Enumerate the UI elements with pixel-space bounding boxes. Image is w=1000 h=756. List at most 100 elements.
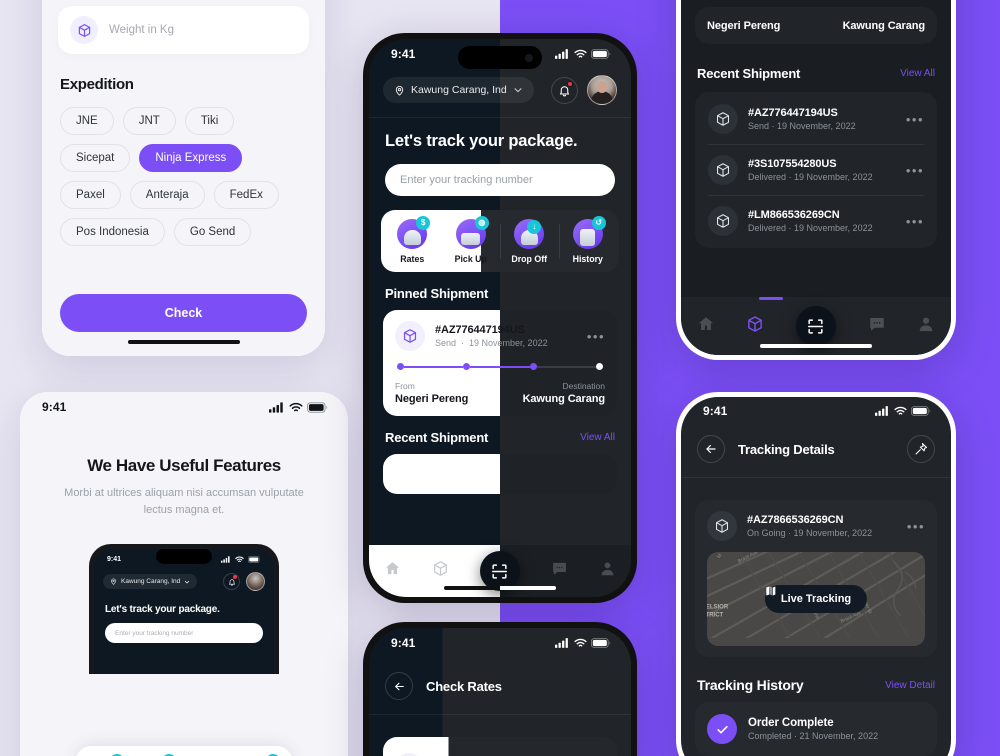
more-options-icon[interactable]: ••• [906, 113, 924, 126]
quick-action-pickup[interactable]: ◍ Pick Up [441, 216, 501, 264]
shipment-date: 19 November, 2022 [794, 172, 873, 182]
phone-mockup: 9:41 Kawung Carang, Ind Let's track your… [89, 544, 279, 674]
more-options-icon[interactable]: ••• [906, 215, 924, 228]
pinned-shipment-card[interactable]: #AZ776447194US Send · 19 November, 2022 … [383, 310, 617, 416]
pinned-shipment-card-partial[interactable]: Negeri Pereng Kawung Carang [695, 7, 937, 44]
route-row: Negeri Pereng Kawung Carang [707, 18, 925, 32]
nav-home-icon[interactable] [384, 560, 401, 582]
tracking-shipment-card[interactable]: #AZ7866536269CN On Going · 19 November, … [695, 500, 937, 657]
recent-title: Recent Shipment [385, 430, 489, 445]
weight-field[interactable]: Weight in Kg [58, 6, 309, 54]
expedition-chip-pos-indonesia[interactable]: Pos Indonesia [60, 218, 165, 246]
expedition-chip-tiki[interactable]: Tiki [184, 107, 235, 135]
notification-bell-icon[interactable] [551, 76, 578, 104]
more-options-icon[interactable]: ••• [906, 164, 924, 177]
shipment-id: #AZ776447194US [435, 324, 525, 336]
mockup-search-input[interactable]: Enter your tracking number [105, 623, 263, 643]
history-date: 21 November, 2022 [799, 731, 879, 741]
back-button[interactable] [697, 435, 725, 463]
tracking-search-input[interactable]: Enter your tracking number [385, 164, 615, 196]
progress-segment [470, 365, 530, 368]
pin-button[interactable] [907, 435, 935, 463]
nav-chat-icon[interactable] [551, 560, 568, 582]
arrow-left-icon [394, 682, 404, 690]
status-icons [875, 406, 931, 416]
nav-profile-icon[interactable] [599, 560, 616, 582]
list-item-meta: #LM866536269CN Delivered · 19 November, … [748, 209, 896, 233]
list-item[interactable]: #LM866536269CN Delivered · 19 November, … [708, 195, 924, 246]
expedition-chip-fedex[interactable]: FedEx [213, 181, 279, 209]
nav-chat-icon[interactable] [868, 315, 886, 338]
expedition-chip-ninja-express[interactable]: Ninja Express [139, 144, 243, 172]
nav-profile-icon[interactable] [917, 315, 935, 338]
pinned-card-header: #AZ776447194US Send · 19 November, 2022 … [395, 321, 605, 351]
check-rates-panel-frame: Weight in Kg Expedition JNE JNT Tiki Sic… [42, 0, 325, 356]
history-meta: Order Complete Completed · 21 November, … [748, 717, 925, 741]
avatar[interactable] [587, 75, 617, 105]
check-rates-phone-frame: 9:41 Check Rates [363, 622, 637, 756]
pickup-badge: ◍ [474, 216, 489, 230]
weight-field-card[interactable] [383, 737, 617, 756]
expedition-chip-paxel[interactable]: Paxel [60, 181, 121, 209]
recent-shipment-list: #AZ776447194US Send · 19 November, 2022 … [695, 92, 937, 248]
wifi-icon [574, 638, 587, 647]
list-item[interactable]: #AZ776447194US Send · 19 November, 2022 … [708, 94, 924, 144]
recent-section-header: Recent Shipment View All [369, 416, 631, 445]
expedition-chip-anteraja[interactable]: Anteraja [129, 181, 205, 209]
pin-icon [915, 442, 928, 455]
cellular-icon [221, 556, 230, 563]
expedition-chip-jne[interactable]: JNE [60, 107, 114, 135]
nav-scan-button[interactable] [479, 551, 520, 591]
location-selector[interactable]: Kawung Carang, Ind [383, 77, 534, 103]
shipment-date: 19 November, 2022 [469, 338, 548, 348]
shipment-meta: #AZ7866536269CN On Going · 19 November, … [747, 514, 897, 538]
expedition-chip-jnt[interactable]: JNT [122, 107, 176, 135]
progress-segment [404, 365, 464, 368]
cellular-icon [555, 49, 568, 59]
chevron-down-icon [185, 580, 190, 583]
view-detail-link[interactable]: View Detail [885, 680, 935, 691]
avatar[interactable] [246, 572, 265, 591]
home-indicator [127, 340, 240, 344]
from-label: From [395, 381, 415, 391]
quick-action-dropoff[interactable]: ↓ Drop Off [500, 219, 559, 264]
tracking-history-header: Tracking History View Detail [681, 657, 951, 693]
pickup-truck-icon: ◍ [455, 216, 489, 249]
quick-action-history[interactable]: ↺ History [558, 216, 618, 264]
expedition-chip-sicepat[interactable]: Sicepat [60, 144, 131, 172]
expedition-chip-go-send[interactable]: Go Send [173, 218, 252, 246]
status-icons [555, 638, 611, 648]
home-screen: 9:41 Kawung Carang, Ind Let's track your… [369, 39, 631, 597]
shipment-status: Delivered [748, 172, 787, 182]
quick-action-label: Pick Up [454, 254, 487, 264]
nav-scan-button[interactable] [795, 306, 836, 346]
shipment-id: #LM866536269CN [748, 209, 840, 221]
package-box-icon [708, 104, 738, 134]
view-all-link[interactable]: View All [900, 68, 935, 79]
history-item[interactable]: Order Complete Completed · 21 November, … [695, 702, 937, 756]
quick-action-label: Drop Off [511, 254, 548, 264]
shipment-subtitle: Delivered · 19 November, 2022 [748, 172, 873, 182]
back-button[interactable] [385, 672, 413, 700]
quick-action-rates[interactable]: $ Rates [383, 216, 442, 264]
package-box-icon [70, 16, 98, 44]
destination-value: Kawung Carang [522, 393, 606, 405]
mockup-location-pill[interactable]: Kawung Carang, Ind [103, 574, 198, 589]
battery-icon [591, 49, 611, 59]
check-button[interactable]: Check [60, 294, 307, 332]
more-options-icon[interactable]: ••• [907, 520, 925, 533]
nav-home-icon[interactable] [697, 315, 715, 338]
battery-icon [911, 406, 931, 416]
live-tracking-button[interactable]: Live Tracking [764, 585, 868, 613]
nav-package-icon[interactable] [432, 560, 449, 582]
list-item-meta: #AZ776447194US Send · 19 November, 2022 [748, 107, 896, 131]
more-options-icon[interactable]: ••• [587, 330, 605, 343]
live-map[interactable]: Brazil Ave Moscow St Vienn Brazil Ave M … [707, 552, 925, 646]
list-item[interactable]: #3S107554280US Delivered · 19 November, … [708, 144, 924, 195]
nav-package-icon[interactable] [746, 315, 764, 338]
pinned-section-header: Pinned Shipment [369, 272, 631, 301]
notification-bell-icon[interactable] [223, 573, 240, 590]
notification-dot [233, 575, 237, 579]
view-all-link[interactable]: View All [580, 432, 615, 443]
recent-section-header: Recent Shipment View All [681, 44, 951, 81]
